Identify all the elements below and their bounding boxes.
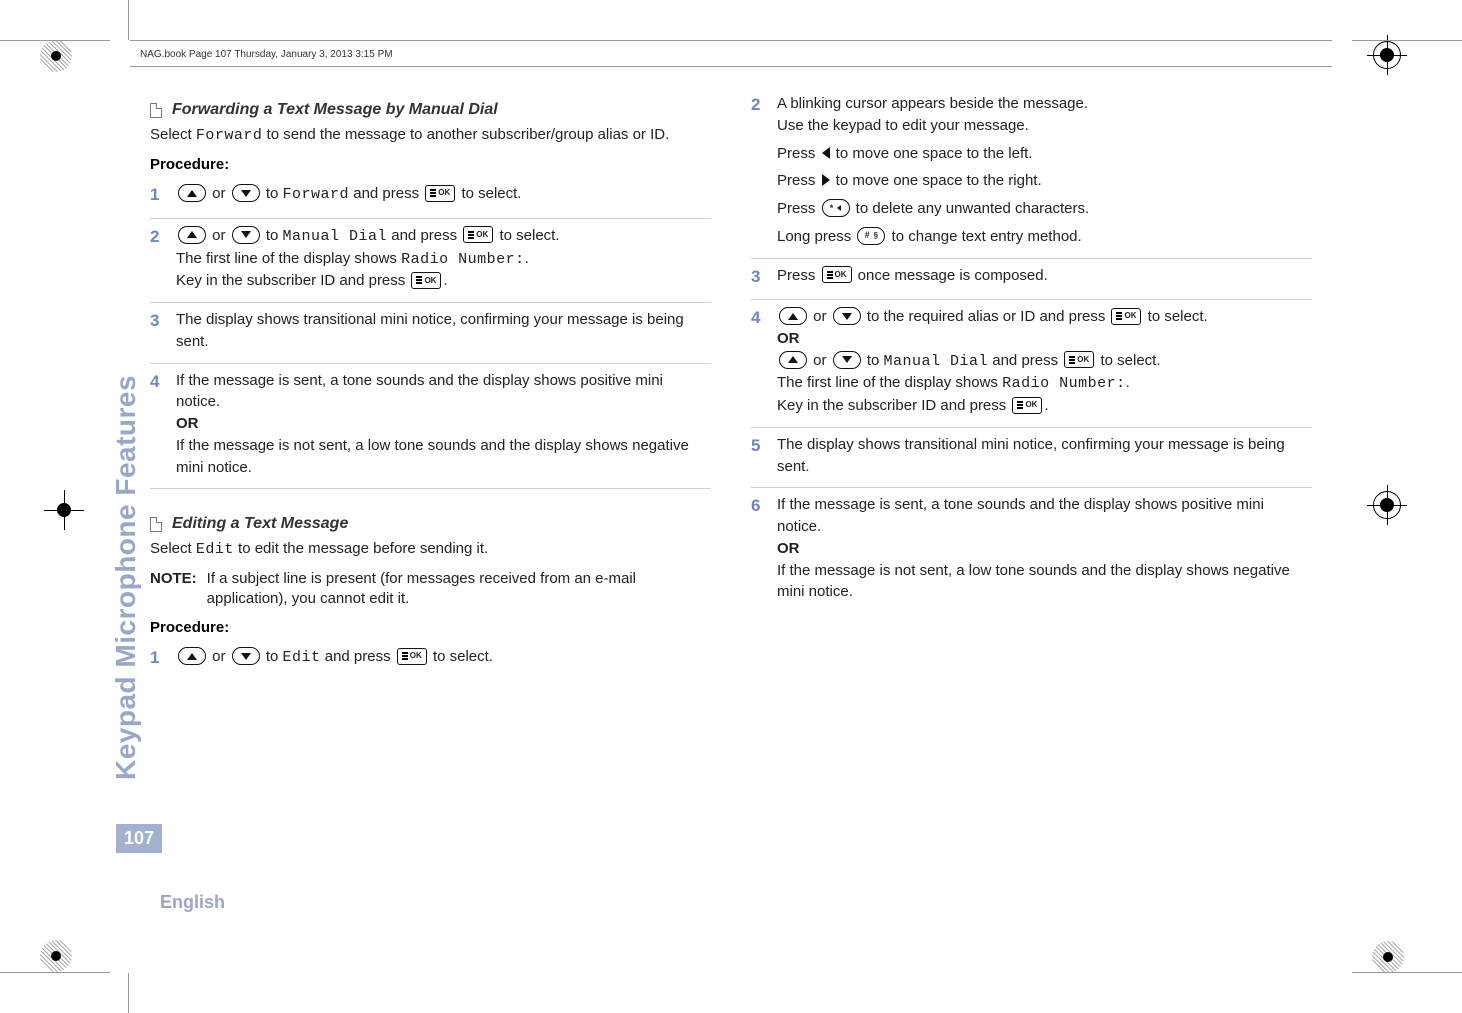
step-number: 1 <box>150 646 176 671</box>
step-number: 3 <box>751 265 777 290</box>
ok-key-icon: OK <box>463 226 493 243</box>
step-number: 2 <box>150 225 176 292</box>
up-key-icon <box>178 184 206 202</box>
crop-mark <box>1352 40 1462 41</box>
intro-text: Select Forward to send the message to an… <box>150 125 711 146</box>
step-6: 6 If the message is sent, a tone sounds … <box>751 488 1312 613</box>
left-column: Forwarding a Text Message by Manual Dial… <box>150 87 711 681</box>
ok-key-icon: OK <box>1064 351 1094 368</box>
step-3: 3 The display shows transitional mini no… <box>150 303 711 364</box>
procedure-label: Procedure: <box>150 156 711 173</box>
step-number: 3 <box>150 309 176 353</box>
down-key-icon <box>232 647 260 665</box>
step-number: 4 <box>751 306 777 417</box>
up-key-icon <box>779 307 807 325</box>
crop-mark <box>128 0 129 40</box>
up-key-icon <box>178 647 206 665</box>
page-icon <box>150 517 162 532</box>
crop-mark <box>128 973 129 1013</box>
hash-key-icon: #§ <box>857 227 885 245</box>
side-tab-label: Keypad Microphone Features <box>110 375 142 780</box>
crop-mark <box>0 972 110 973</box>
left-arrow-icon <box>822 147 830 159</box>
ok-key-icon: OK <box>411 272 441 289</box>
ok-key-icon: OK <box>425 185 455 202</box>
subheading-text: Forwarding a Text Message by Manual Dial <box>172 101 498 119</box>
ok-key-icon: OK <box>1111 308 1141 325</box>
crop-mark <box>1352 972 1462 973</box>
down-key-icon <box>232 226 260 244</box>
print-hatch-mark <box>40 40 72 72</box>
step-2: 2 A blinking cursor appears beside the m… <box>751 87 1312 259</box>
up-key-icon <box>779 351 807 369</box>
or-label: OR <box>176 415 199 432</box>
ok-key-icon: OK <box>822 266 852 283</box>
step-number: 5 <box>751 434 777 478</box>
print-registration-mark <box>1372 40 1402 70</box>
ok-key-icon: OK <box>397 648 427 665</box>
running-header: NAG.book Page 107 Thursday, January 3, 2… <box>140 49 1332 60</box>
note-text: If a subject line is present (for messag… <box>207 569 711 610</box>
print-hatch-mark <box>1372 941 1404 973</box>
print-hatch-mark <box>40 940 72 972</box>
step-number: 2 <box>751 93 777 248</box>
step-5: 5 The display shows transitional mini no… <box>751 428 1312 489</box>
up-key-icon <box>178 226 206 244</box>
note-label: NOTE: <box>150 569 197 610</box>
step-1: 1 or to Edit and press OK to select. <box>150 640 711 681</box>
language-label: English <box>160 892 225 913</box>
step-3: 3 Press OK once message is composed. <box>751 259 1312 301</box>
right-column: 2 A blinking cursor appears beside the m… <box>751 87 1312 681</box>
down-key-icon <box>833 307 861 325</box>
print-cross-mark <box>44 490 84 530</box>
star-key-icon: * <box>822 199 850 217</box>
page-frame: NAG.book Page 107 Thursday, January 3, 2… <box>130 40 1332 973</box>
intro-text: Select Edit to edit the message before s… <box>150 539 711 560</box>
step-1: 1 or to Forward and press OK to select. <box>150 177 711 219</box>
header-rule <box>130 66 1332 67</box>
page-icon <box>150 103 162 118</box>
note-block: NOTE: If a subject line is present (for … <box>150 569 711 610</box>
down-key-icon <box>833 351 861 369</box>
step-number: 1 <box>150 183 176 208</box>
step-4: 4 If the message is sent, a tone sounds … <box>150 364 711 490</box>
page-number: 107 <box>116 824 162 853</box>
header-rule <box>130 40 1332 41</box>
step-2: 2 or to Manual Dial and press OK to sele… <box>150 219 711 303</box>
print-registration-mark <box>1372 490 1402 520</box>
step-number: 6 <box>751 494 777 603</box>
down-key-icon <box>232 184 260 202</box>
or-label: OR <box>777 330 800 347</box>
step-number: 4 <box>150 370 176 479</box>
step-4: 4 or to the required alias or ID and pre… <box>751 300 1312 428</box>
ok-key-icon: OK <box>1012 397 1042 414</box>
subheading-editing: Editing a Text Message <box>150 515 711 533</box>
or-label: OR <box>777 540 800 557</box>
subheading-forwarding: Forwarding a Text Message by Manual Dial <box>150 101 711 119</box>
subheading-text: Editing a Text Message <box>172 515 348 533</box>
right-arrow-icon <box>822 174 830 186</box>
procedure-label: Procedure: <box>150 619 711 636</box>
crop-mark <box>0 40 110 41</box>
